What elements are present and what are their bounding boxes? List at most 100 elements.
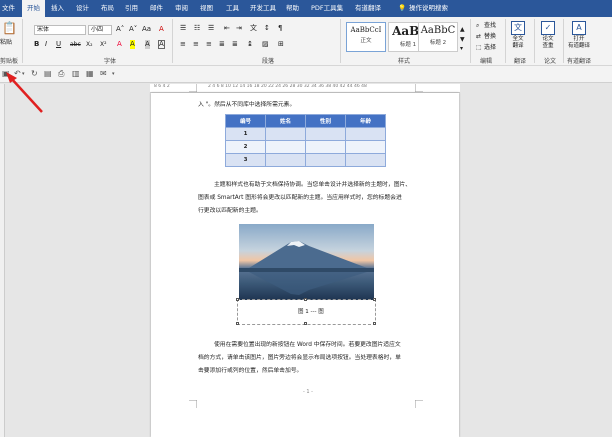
- fulltext-translate-button[interactable]: 文 全文 翻译: [511, 21, 525, 50]
- multilevel-list-icon[interactable]: ☰: [208, 24, 214, 33]
- tab-references[interactable]: 引用: [125, 0, 138, 17]
- font-name-select[interactable]: 宋体: [34, 25, 86, 35]
- table-cell[interactable]: [305, 153, 346, 167]
- tab-mailings[interactable]: 邮件: [150, 0, 163, 17]
- line-spacing-icon[interactable]: ↨: [247, 40, 253, 49]
- page-number: - 1 -: [303, 389, 313, 395]
- justify-icon[interactable]: ≣: [219, 40, 225, 49]
- bullets-icon[interactable]: ☰: [180, 24, 186, 33]
- table-cell[interactable]: [345, 153, 386, 167]
- resize-handle[interactable]: [236, 322, 239, 325]
- replace-button[interactable]: 替换: [484, 32, 496, 41]
- table-cell[interactable]: [345, 127, 386, 141]
- resize-handle[interactable]: [304, 298, 307, 301]
- increase-indent-icon[interactable]: ⇥: [236, 24, 242, 33]
- borders-icon[interactable]: ⊞: [278, 40, 284, 49]
- align-center-icon[interactable]: ≡: [193, 40, 199, 49]
- table-cell[interactable]: [305, 140, 346, 154]
- shrink-font-button[interactable]: A˅: [129, 25, 137, 34]
- char-border-button[interactable]: A: [158, 40, 165, 49]
- subscript-button[interactable]: X₂: [86, 40, 93, 49]
- table-cell[interactable]: 2: [225, 140, 266, 154]
- open-icon[interactable]: ▦: [86, 69, 94, 79]
- resize-handle[interactable]: [373, 322, 376, 325]
- tab-file[interactable]: 文件: [2, 0, 15, 17]
- show-marks-icon[interactable]: ¶: [278, 24, 282, 33]
- document-table[interactable]: 编号 姓名 性别 年龄 1 2 3: [225, 114, 386, 167]
- shading-icon[interactable]: ▨: [262, 40, 269, 49]
- doc-line: 入 "。然后从不同库中选择所需元素。: [198, 102, 296, 108]
- table-cell[interactable]: [265, 153, 306, 167]
- tab-youdao-translate[interactable]: 有道翻译: [355, 0, 381, 17]
- chinese-layout-icon[interactable]: 文: [250, 24, 257, 33]
- style-heading-2[interactable]: AaBbC 标题 2: [418, 22, 458, 52]
- paper-icon: ✓: [541, 21, 555, 35]
- table-cell[interactable]: [265, 140, 306, 154]
- ruler-marks: 2 4 6 8 10 12 14 16 18 20 22 24 26 28 30…: [208, 84, 367, 89]
- table-cell[interactable]: [265, 127, 306, 141]
- customize-qat-icon[interactable]: ▾: [112, 69, 115, 79]
- styles-group-label: 样式: [398, 58, 411, 65]
- grow-font-button[interactable]: A˄: [116, 25, 124, 34]
- table-cell[interactable]: [345, 140, 386, 154]
- lightbulb-icon: 💡: [398, 4, 407, 12]
- paste-button[interactable]: 粘贴: [0, 38, 12, 47]
- numbering-icon[interactable]: ☷: [194, 24, 200, 33]
- italic-button[interactable]: I: [45, 40, 47, 49]
- resize-handle[interactable]: [373, 298, 376, 301]
- table-cell[interactable]: 3: [225, 153, 266, 167]
- align-left-icon[interactable]: ≡: [180, 40, 186, 49]
- print-preview-icon[interactable]: ▥: [72, 69, 80, 79]
- replace-icon[interactable]: ⇄: [476, 32, 481, 41]
- print-icon[interactable]: ⎙: [58, 69, 64, 79]
- tab-layout[interactable]: 布局: [101, 0, 114, 17]
- open-youdao-button[interactable]: A 打开 有道翻译: [568, 21, 590, 50]
- align-right-icon[interactable]: ≡: [206, 40, 212, 49]
- table-cell[interactable]: 1: [225, 127, 266, 141]
- highlight-button[interactable]: A: [130, 40, 135, 49]
- tab-view[interactable]: 视图: [200, 0, 213, 17]
- tab-pdf[interactable]: PDF工具集: [311, 0, 343, 17]
- select-button[interactable]: 选择: [484, 43, 496, 52]
- editing-group-label: 编辑: [480, 58, 493, 65]
- styles-scroll-up-icon[interactable]: ▲: [460, 25, 465, 34]
- doc-paragraph-line: 主题和样式也有助于文档保持协调。当您单击设计并选择新的主题时，图片、: [214, 182, 412, 188]
- paste-icon[interactable]: 📋: [2, 21, 17, 35]
- paper-group-label: 论文: [544, 58, 557, 65]
- font-size-select[interactable]: 小四: [88, 25, 112, 35]
- distribute-icon[interactable]: ≣: [232, 40, 238, 49]
- paper-check-button[interactable]: ✓ 论文 查重: [541, 21, 555, 50]
- tab-insert[interactable]: 插入: [51, 0, 64, 17]
- clear-format-button[interactable]: A: [159, 25, 164, 34]
- char-shading-button[interactable]: A: [145, 40, 150, 49]
- mountain-lake-picture[interactable]: [239, 224, 374, 300]
- strikethrough-button[interactable]: abc: [70, 40, 81, 49]
- sort-icon[interactable]: ↕: [264, 24, 270, 33]
- paragraph-group-label: 段落: [262, 58, 275, 65]
- tab-design[interactable]: 设计: [76, 0, 89, 17]
- decrease-indent-icon[interactable]: ⇤: [224, 24, 230, 33]
- superscript-button[interactable]: X²: [100, 40, 107, 49]
- resize-handle[interactable]: [236, 298, 239, 301]
- find-icon[interactable]: ⌕: [476, 21, 479, 30]
- select-icon[interactable]: ⬚: [476, 43, 482, 52]
- styles-scroll-down-icon[interactable]: ▼: [460, 35, 465, 44]
- styles-more-icon[interactable]: ▾: [460, 44, 463, 53]
- underline-button[interactable]: U: [56, 40, 61, 49]
- tab-tools[interactable]: 工具: [226, 0, 239, 17]
- bold-button[interactable]: B: [34, 40, 39, 49]
- table-cell[interactable]: [305, 127, 346, 141]
- email-icon[interactable]: ✉: [100, 69, 107, 79]
- resize-handle[interactable]: [304, 322, 307, 325]
- font-color-button[interactable]: A: [117, 40, 122, 49]
- change-case-button[interactable]: Aa: [142, 25, 151, 34]
- find-button[interactable]: 查找: [484, 21, 496, 30]
- picture-caption[interactable]: 图 1 --- 图: [298, 306, 324, 319]
- red-arrow-icon: [6, 72, 43, 113]
- style-normal[interactable]: AaBbCcI 正文: [346, 22, 386, 52]
- tell-me-search[interactable]: 操作说明搜索: [409, 0, 448, 17]
- tab-developer[interactable]: 开发工具: [250, 0, 276, 17]
- tab-home[interactable]: 开始: [22, 0, 45, 17]
- tab-review[interactable]: 审阅: [175, 0, 188, 17]
- tab-help[interactable]: 帮助: [286, 0, 299, 17]
